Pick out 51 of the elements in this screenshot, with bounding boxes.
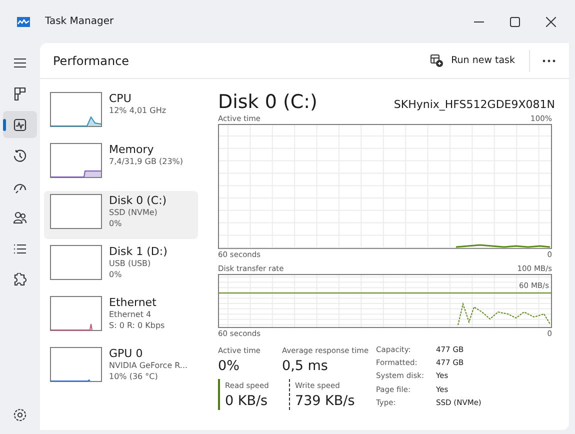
device-detail: 12% 4,01 GHz xyxy=(109,105,166,116)
device-item[interactable]: GPU 0 NVIDIA GeForce R... 10% (36 °C) xyxy=(44,344,198,392)
maximize-icon[interactable] xyxy=(510,16,520,26)
app-icon xyxy=(17,16,30,26)
device-item[interactable]: Ethernet Ethernet 4 S: 0 R: 0 Kbps xyxy=(44,293,198,341)
device-detail: 10% (36 °C) xyxy=(109,371,159,382)
thumbnail-graph xyxy=(50,194,102,229)
nav-item[interactable] xyxy=(3,111,37,138)
stat-value: 0,5 ms xyxy=(282,357,329,375)
stat-value: 739 KB/s xyxy=(295,392,355,410)
device-name: Memory xyxy=(109,143,155,156)
puzzle-icon xyxy=(13,272,27,286)
menu-icon xyxy=(13,56,27,70)
settings-icon xyxy=(13,408,27,422)
thumbnail-graph xyxy=(50,92,102,127)
page-title: Performance xyxy=(53,54,130,68)
run-new-task-button[interactable]: Run new task xyxy=(424,50,521,71)
device-name: GPU 0 xyxy=(109,347,144,360)
thumbnail-graph xyxy=(50,245,102,280)
thumbnail-graph xyxy=(50,347,102,382)
stat-value: 0 KB/s xyxy=(225,392,269,410)
disk-model: SKHynix_HFS512GDE9X081N xyxy=(394,98,555,111)
more-options-icon[interactable] xyxy=(542,58,556,62)
device-item[interactable]: Disk 1 (D:) USB (USB) 0% xyxy=(44,242,198,290)
device-item[interactable]: Disk 0 (C:) SSD (NVMe) 0% xyxy=(44,191,198,239)
device-item[interactable]: Memory 7,4/31,9 GB (23%) xyxy=(44,140,198,188)
device-detail: USB (USB) xyxy=(109,258,152,269)
disk-title: Disk 0 (C:) xyxy=(218,91,318,113)
device-item[interactable]: CPU 12% 4,01 GHz xyxy=(44,89,198,137)
device-name: Ethernet xyxy=(109,296,158,309)
device-detail: NVIDIA GeForce R... xyxy=(109,360,188,371)
device-name: CPU xyxy=(109,92,132,105)
device-detail: 0% xyxy=(109,218,123,229)
stat-value: 0% xyxy=(218,357,240,375)
device-detail: SSD (NVMe) xyxy=(109,207,158,218)
window-title: Task Manager xyxy=(45,16,114,27)
run-task-icon xyxy=(430,54,444,67)
device-name: Disk 0 (C:) xyxy=(109,194,167,207)
thumbnail-graph xyxy=(50,143,102,178)
grid-icon xyxy=(13,86,27,100)
device-detail: S: 0 R: 0 Kbps xyxy=(109,320,165,331)
device-detail: 7,4/31,9 GB (23%) xyxy=(109,156,184,167)
pulse-icon xyxy=(13,118,27,132)
people-icon xyxy=(13,210,27,224)
list-icon xyxy=(13,242,27,256)
close-icon[interactable] xyxy=(546,16,556,26)
device-name: Disk 1 (D:) xyxy=(109,245,168,258)
clock-icon xyxy=(13,148,27,162)
device-detail: 0% xyxy=(109,269,123,280)
thumbnail-graph xyxy=(50,296,102,331)
device-detail: Ethernet 4 xyxy=(109,309,152,320)
